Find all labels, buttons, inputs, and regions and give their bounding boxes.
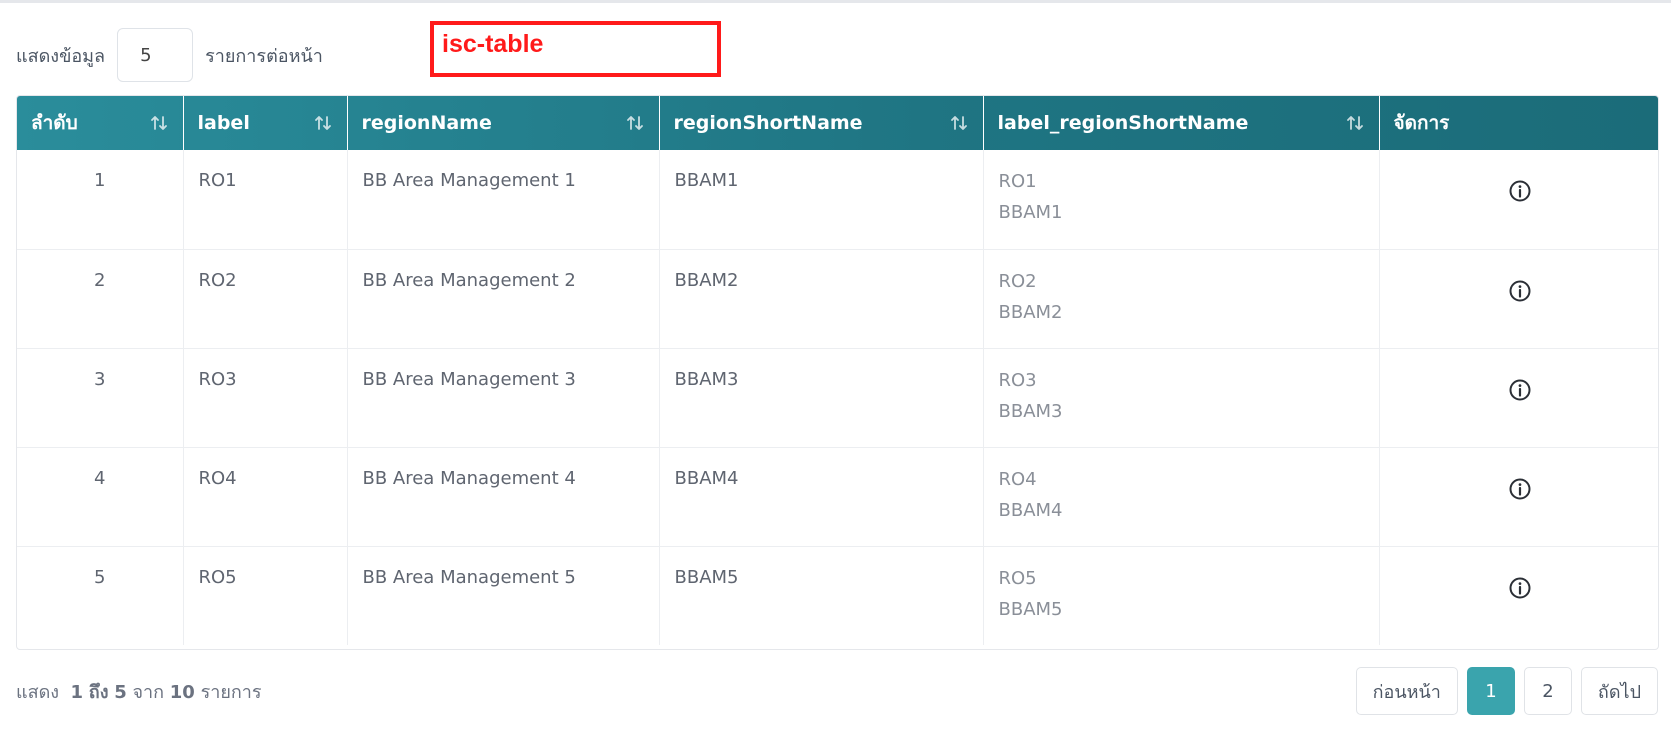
column-header-label: label_regionShortName (997, 112, 1249, 134)
data-table: ลำดับ label regionName regionShortName l… (16, 95, 1659, 650)
combo-label: RO3 (998, 369, 1037, 391)
cell-index: 3 (17, 348, 184, 448)
cell-actions (1379, 546, 1658, 645)
cell-index: 1 (17, 150, 184, 250)
summary-total: 10 (169, 682, 195, 703)
sort-icon[interactable] (625, 113, 645, 133)
cell-region-name: BB Area Management 2 (347, 249, 660, 349)
summary-range-to: 5 (114, 682, 127, 703)
column-header-label: regionShortName (673, 112, 863, 134)
sort-icon[interactable] (149, 113, 169, 133)
cell-label-region-short-name: RO2 BBAM2 (983, 249, 1380, 349)
cell-label: RO1 (183, 150, 348, 250)
summary-range-from: 1 (70, 682, 84, 703)
info-icon[interactable] (1508, 179, 1532, 203)
combo-short-name: BBAM1 (998, 202, 1063, 223)
column-header-region-short-name[interactable]: regionShortName (659, 96, 984, 150)
column-header-label: จัดการ (1393, 112, 1450, 134)
combo-label: RO4 (998, 468, 1037, 490)
summary-show-label: แสดง (16, 682, 60, 703)
prev-page-button[interactable]: ก่อนหน้า (1355, 667, 1458, 715)
table-row: 3 RO3 BB Area Management 3 BBAM3 RO3 BBA… (17, 348, 1658, 448)
combo-short-name: BBAM4 (998, 499, 1063, 521)
cell-label: RO5 (183, 546, 348, 645)
cell-index: 2 (17, 249, 184, 349)
next-page-button[interactable]: ถัดไป (1580, 667, 1658, 715)
combo-label: RO1 (998, 171, 1037, 192)
cell-label-region-short-name: RO5 BBAM5 (983, 546, 1380, 645)
cell-region-short-name: BBAM3 (659, 348, 984, 448)
column-header-label-col[interactable]: label (183, 96, 348, 150)
combo-short-name: BBAM5 (998, 598, 1063, 620)
page-size-suffix-label: รายการต่อหน้า (205, 45, 323, 67)
cell-index: 4 (17, 447, 184, 547)
cell-index: 5 (17, 546, 184, 645)
cell-label: RO3 (183, 348, 348, 448)
combo-short-name: BBAM3 (998, 400, 1063, 422)
cell-region-name: BB Area Management 4 (347, 447, 660, 547)
cell-region-name: BB Area Management 3 (347, 348, 660, 448)
cell-actions (1379, 150, 1658, 250)
sort-icon[interactable] (313, 113, 333, 133)
pagination: ก่อนหน้า 1 2 ถัดไป (1355, 667, 1658, 715)
cell-label-region-short-name: RO3 BBAM3 (983, 348, 1380, 448)
info-icon[interactable] (1508, 279, 1532, 303)
column-header-region-name[interactable]: regionName (347, 96, 660, 150)
cell-actions (1379, 249, 1658, 349)
pagination-summary: แสดง 1 ถึง 5 จาก 10 รายการ (16, 677, 262, 706)
combo-short-name: BBAM2 (998, 301, 1063, 323)
cell-actions (1379, 447, 1658, 547)
table-row: 2 RO2 BB Area Management 2 BBAM2 RO2 BBA… (17, 249, 1658, 349)
page-button-1[interactable]: 1 (1466, 667, 1515, 715)
column-header-label-region-short-name[interactable]: label_regionShortName (983, 96, 1380, 150)
page-size-prefix-label: แสดงข้อมูล (16, 45, 106, 67)
page-button-2[interactable]: 2 (1523, 667, 1572, 715)
table-row: 4 RO4 BB Area Management 4 BBAM4 RO4 BBA… (17, 447, 1658, 547)
info-icon[interactable] (1508, 378, 1532, 402)
cell-region-short-name: BBAM2 (659, 249, 984, 349)
info-icon[interactable] (1508, 576, 1532, 600)
cell-region-name: BB Area Management 5 (347, 546, 660, 645)
cell-region-short-name: BBAM1 (659, 150, 984, 250)
summary-to-label: ถึง (88, 682, 109, 703)
table-row: 5 RO5 BB Area Management 5 BBAM5 RO5 BBA… (17, 546, 1658, 645)
cell-actions (1379, 348, 1658, 448)
column-header-label: ลำดับ (31, 112, 78, 134)
column-header-actions: จัดการ (1379, 96, 1658, 150)
annotation-label: isc-table (442, 30, 544, 58)
column-header-index[interactable]: ลำดับ (17, 96, 184, 150)
sort-icon[interactable] (949, 113, 969, 133)
cell-label-region-short-name: RO4 BBAM4 (983, 447, 1380, 547)
annotation-box: isc-table (430, 21, 721, 77)
table-row: 1 RO1 BB Area Management 1 BBAM1 RO1 BBA… (17, 150, 1658, 250)
combo-label: RO2 (998, 270, 1037, 292)
info-icon[interactable] (1508, 477, 1532, 501)
combo-label: RO5 (998, 567, 1037, 589)
cell-label: RO4 (183, 447, 348, 547)
cell-region-name: BB Area Management 1 (347, 150, 660, 250)
page-size-input[interactable]: 5 (117, 28, 194, 82)
sort-icon[interactable] (1345, 113, 1365, 133)
summary-items-label: รายการ (200, 682, 262, 703)
cell-region-short-name: BBAM4 (659, 447, 984, 547)
top-divider (0, 0, 1671, 3)
column-header-label: label (197, 112, 250, 134)
page-size-control: แสดงข้อมูล 5 รายการต่อหน้า (16, 28, 323, 82)
summary-of-label: จาก (132, 682, 165, 703)
cell-region-short-name: BBAM5 (659, 546, 984, 645)
table-header-row: ลำดับ label regionName regionShortName l… (17, 96, 1658, 150)
column-header-label: regionName (361, 112, 492, 134)
cell-label: RO2 (183, 249, 348, 349)
cell-label-region-short-name: RO1 BBAM1 (983, 150, 1380, 250)
